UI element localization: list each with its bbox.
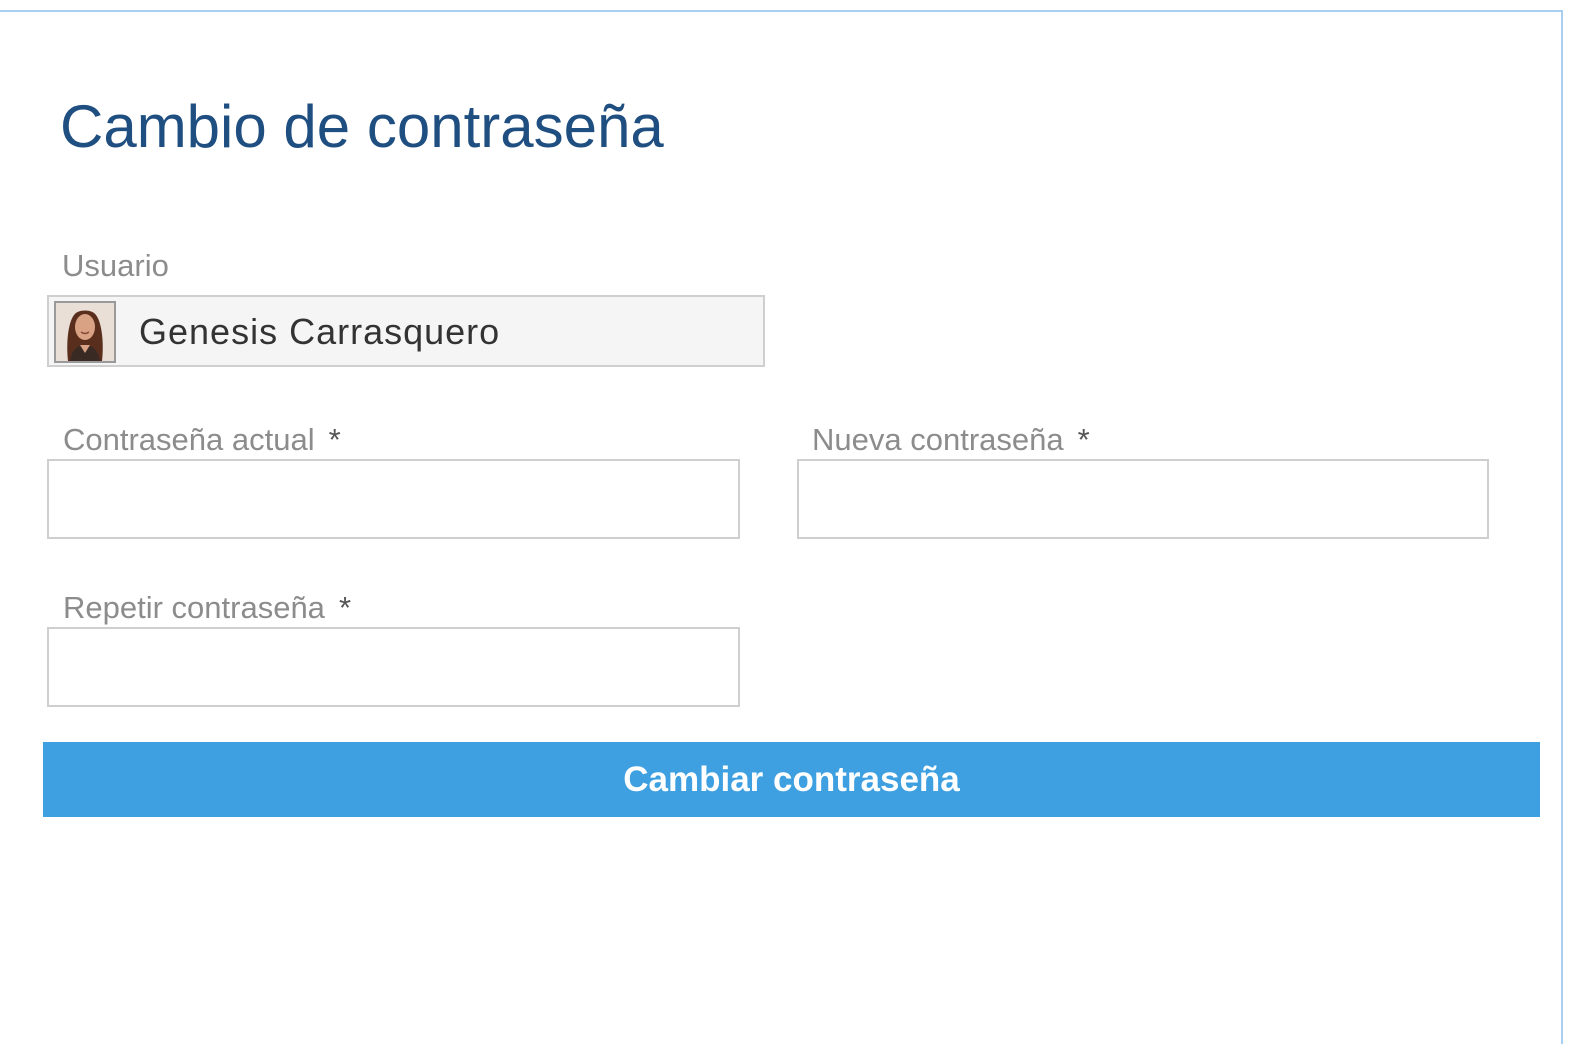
avatar [54,301,116,363]
user-label: Usuario [62,248,169,284]
new-password-label-text: Nueva contraseña [812,422,1064,457]
password-change-panel: Cambio de contraseña Usuario Genesis Car… [0,10,1563,1044]
repeat-password-label: Repetir contraseña * [63,590,351,626]
repeat-password-label-text: Repetir contraseña [63,590,325,625]
current-password-input[interactable] [47,459,740,539]
required-mark: * [1077,422,1090,457]
new-password-label: Nueva contraseña * [812,422,1090,458]
current-password-label: Contraseña actual * [63,422,341,458]
new-password-input[interactable] [797,459,1489,539]
user-label-text: Usuario [62,248,169,283]
required-mark: * [338,590,352,625]
user-name: Genesis Carrasquero [139,311,501,352]
current-password-label-text: Contraseña actual [63,422,315,457]
page-title: Cambio de contraseña [60,93,664,160]
repeat-password-input[interactable] [47,627,740,707]
required-mark: * [328,422,341,457]
change-password-button[interactable]: Cambiar contraseña [43,742,1540,817]
user-field: Genesis Carrasquero [47,295,765,367]
user-photo-icon [56,303,114,361]
